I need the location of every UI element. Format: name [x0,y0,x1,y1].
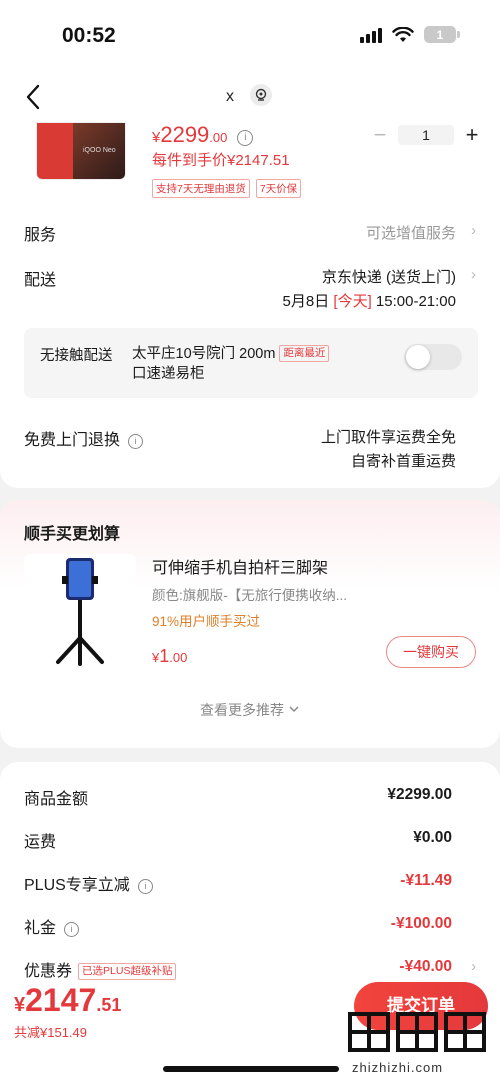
gift-money-value: -¥100.00 [390,915,452,932]
home-indicator [163,1066,339,1072]
total-decimal: .51 [96,995,122,1015]
product-image[interactable]: iQOO Neo [36,122,126,180]
watermark-logo [348,1012,486,1052]
back-icon[interactable] [20,82,50,112]
free-return-info-icon[interactable]: i [128,433,144,449]
delivery-today: [今天] [333,293,372,310]
price-symbol: ¥ [152,129,161,146]
plus-discount-value: -¥11.49 [400,872,452,889]
service-chevron-icon[interactable]: › [471,222,476,239]
delivery-day: 5月8日 [282,293,330,310]
nearest-badge: 距离最近 [279,345,330,362]
coupon-value[interactable]: -¥40.00 [399,958,452,976]
price-info-icon[interactable]: i [237,129,254,146]
status-time: 00:52 [62,24,116,47]
status-bar: 00:52 1 [0,0,500,70]
return-tag: 支持7天无理由退货 [152,179,250,198]
shipping-label: 运费 [24,834,57,851]
free-return-text: 免费上门退换 [24,432,121,449]
contactless-label: 无接触配送 [40,348,113,364]
free-return-line2: 自寄补首重运费 [350,453,456,470]
recommend-title: 顺手买更划算 [24,526,121,543]
contactless-delivery-box: 无接触配送 太平庄10号院门 200m 距离最近 口速递易柜 [24,328,478,398]
recommend-item-color: 颜色:旗舰版-【无旅行便携收纳... [152,588,347,603]
delivery-method[interactable]: 京东快递 (送货上门) [322,266,456,287]
price-decimal: .00 [209,130,228,145]
battery-icon: 1 [424,26,460,43]
recommend-item-name[interactable]: 可伸缩手机自拍杆三脚架 [152,554,328,578]
location-icon[interactable] [250,84,272,106]
goods-amount-label: 商品金额 [24,791,89,808]
decrease-button[interactable]: − [372,122,388,148]
more-recommend-link[interactable]: 查看更多推荐 [0,700,500,720]
product-brand: iQOO Neo [83,147,116,154]
product-price: ¥ 2299 .00 i [152,122,254,148]
status-icons: 1 [360,26,460,43]
watermark-url: zhizhizhi.com [352,1060,444,1075]
goods-amount-value: ¥2299.00 [387,786,452,803]
plus-discount-text: PLUS专享立减 [24,877,130,894]
chevron-down-icon [289,706,299,713]
price-protect-tag: 7天价保 [255,179,302,198]
signal-icon [360,27,382,43]
one-click-buy-button[interactable]: 一键购买 [386,636,476,668]
quantity-stepper: − 1 + [372,122,480,148]
price-integer: 2299 [160,122,210,147]
plus-info-icon[interactable]: i [137,878,153,894]
rec-price-symbol: ¥ [152,650,160,665]
total-integer: 2147 [25,982,97,1018]
total-symbol: ¥ [14,994,26,1016]
rec-price-decimal: .00 [169,650,188,665]
contactless-address-line2: 口速递易柜 [132,366,205,382]
free-return-line1: 上门取件享运费全免 [320,429,456,446]
gift-money-text: 礼金 [24,920,57,937]
service-label: 服务 [24,227,57,244]
gift-info-icon[interactable]: i [64,921,80,937]
quantity-input[interactable]: 1 [398,125,454,145]
product-tags: 支持7天无理由退货 7天价保 [152,179,302,198]
increase-button[interactable]: + [464,122,480,148]
coupon-label: 优惠券 已选PLUS超级补贴 [24,957,177,981]
contactless-address: 太平庄10号院门 200m 距离最近 口速递易柜 [132,344,372,384]
nav-bar: x [0,70,500,122]
total-price: ¥ 2147 .51 [14,982,121,1019]
delivery-date[interactable]: 5月8日 [今天] 15:00-21:00 [283,290,456,311]
service-value[interactable]: 可选增值服务 [366,222,456,243]
close-x[interactable]: x [226,88,234,106]
wifi-icon [392,26,414,42]
delivery-time-window: 15:00-21:00 [375,293,456,310]
recommend-item-stat: 91%用户顺手买过 [152,614,261,629]
recommend-card: 顺手买更划算 可伸缩手机自拍杆三脚架 颜色:旗舰版-【无旅行便携收纳... 91… [0,500,500,748]
recommend-item-price: ¥ 1 .00 [152,646,187,667]
shipping-value: ¥0.00 [413,829,452,846]
plus-discount-label: PLUS专享立减 i [24,871,153,895]
order-card: iQOO Neo ¥ 2299 .00 i − 1 + 每件到手价¥2147.5… [0,122,500,488]
contactless-toggle[interactable] [404,344,462,370]
selfie-stick-image[interactable] [24,554,136,668]
per-piece-price: 每件到手价¥2147.51 [152,152,290,169]
coupon-plus-tag: 已选PLUS超级补贴 [78,963,177,980]
more-recommend-text: 查看更多推荐 [200,702,285,718]
coupon-chevron-icon[interactable]: › [471,958,476,975]
total-saved: 共减¥151.49 [14,1025,87,1040]
rec-price-integer: 1 [159,646,170,666]
delivery-chevron-icon[interactable]: › [471,266,476,283]
delivery-label: 配送 [24,272,57,289]
gift-money-label: 礼金 i [24,914,80,938]
coupon-text: 优惠券 [24,963,73,980]
free-return-label: 免费上门退换 i [24,426,144,450]
contactless-address-line1: 太平庄10号院门 200m [132,346,276,362]
